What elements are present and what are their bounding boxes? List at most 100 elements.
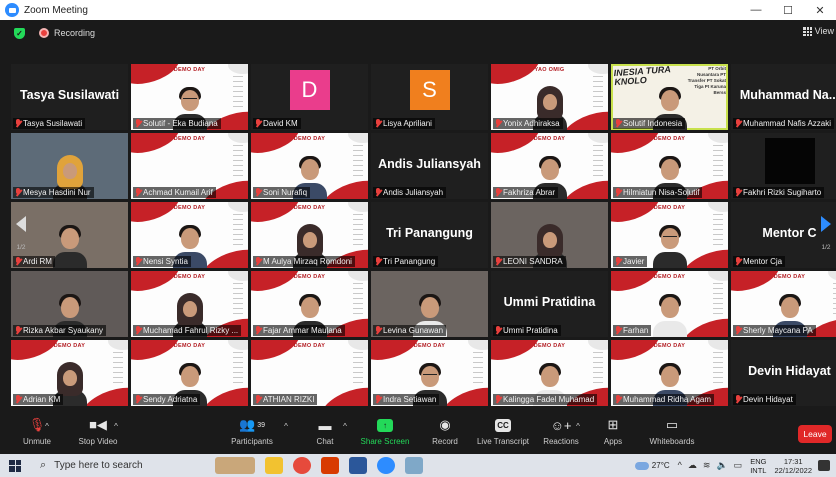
maximize-button[interactable]: ☐ [772,0,804,20]
weather-widget[interactable]: 27°C [634,461,670,470]
chat-button[interactable]: ▬ Chat [295,416,355,447]
arrow-right-icon [821,215,831,232]
participant-tile[interactable]: DEMO DAY Adrian KM [11,340,128,406]
chevron-up-icon[interactable]: ^ [678,460,682,471]
cloud-sync-icon[interactable]: ☁ [688,460,697,471]
record-button[interactable]: ◉ Record [415,416,475,446]
live-transcript-button[interactable]: CC Live Transcript [473,416,533,446]
person-body [652,321,687,337]
participant-nameplate: Sendy Adriatna [133,394,201,405]
notification-icon[interactable] [818,460,830,471]
participant-tile[interactable]: Mesya Hasdini Nur [11,133,128,199]
taskbar-apps [215,456,423,475]
photos-icon[interactable] [405,457,423,474]
slide-decoration [233,352,243,386]
participant-tile[interactable]: Tasya Susilawati Tasya Susilawati [11,64,128,130]
participant-tile[interactable]: DEMO DAY Achmad Kumail Arif [131,133,248,199]
microphone-muted-icon [255,395,261,404]
slide-decoration [593,352,603,386]
participant-tile[interactable]: Rizka Akbar Syaukany [11,271,128,337]
security-shield-icon[interactable]: ✓ [14,27,25,39]
participant-tile[interactable]: Muhammad Na... Muhammad Nafis Azzaki [731,64,836,130]
participant-tile[interactable]: D David KM [251,64,368,130]
volume-icon[interactable]: 🔈 [716,460,727,471]
person-head [660,366,679,387]
participant-tile[interactable]: Andis Juliansyah Andis Juliansyah [371,133,488,199]
participant-tile[interactable]: INESIA TURA KNOLO PT Orbit Nusantara PT T… [611,64,728,130]
participant-tile[interactable]: Tri Panangung Tri Panangung [371,202,488,268]
microphone-muted-icon [615,395,621,404]
participant-tile[interactable]: Devin Hidayat Devin Hidayat [731,340,836,406]
clock[interactable]: 17:31 22/12/2022 [774,457,812,475]
participant-tile[interactable]: DEMO DAY Nensi Syntia [131,202,248,268]
participant-tile[interactable]: Fakhri Rizki Sugiharto [731,133,836,199]
wifi-icon[interactable]: ≋ [703,460,711,471]
participant-tile[interactable]: Levina Gunawan [371,271,488,337]
powerpoint-icon[interactable] [321,457,339,474]
participant-tile[interactable]: YAO OMIG Yonix Adhiraksa [491,64,608,130]
participant-tile[interactable]: DEMO DAY ATHIAN RIZKI [251,340,368,406]
participant-tile[interactable]: Ummi Pratidina Ummi Pratidina [491,271,608,337]
previous-page-button[interactable]: 1/2 [11,205,31,261]
participant-tile[interactable]: DEMO DAY Fajar Ammar Maulana [251,271,368,337]
close-button[interactable]: ✕ [804,0,836,20]
minimize-button[interactable]: — [740,0,772,20]
view-button[interactable]: View [802,26,834,36]
windows-start-icon[interactable] [9,459,21,472]
search-placeholder: Type here to search [54,460,143,471]
participant-nameplate: Lisya Apriliani [373,118,435,129]
next-page-button[interactable]: 1/2 [816,205,836,261]
news-widget-icon[interactable] [215,457,255,474]
leave-button[interactable]: Leave [798,425,832,443]
participant-tile[interactable]: DEMO DAY Solutif - Eka Budiana [131,64,248,130]
participant-tile[interactable]: S Lisya Apriliani [371,64,488,130]
stop-video-button[interactable]: ■◀ Stop Video [68,416,128,446]
microphone-muted-icon [735,257,741,266]
participant-nameplate: Javier [613,256,648,267]
microphone-muted-icon [495,257,501,266]
chevron-up-icon: ^ [284,422,288,431]
person-head [660,90,679,111]
language-indicator[interactable]: ENG INTL [750,457,766,475]
participant-tile[interactable]: LEONI SANDRA [491,202,608,268]
participant-tile[interactable]: DEMO DAY Muchamad Fahrul Rizky ... [131,271,248,337]
participant-tile[interactable]: DEMO DAY Sendy Adriatna [131,340,248,406]
participant-tile[interactable]: DEMO DAY Farhan [611,271,728,337]
battery-icon[interactable]: ▭ [734,460,743,471]
chevron-up-icon: ^ [576,422,580,431]
participant-name: Andis Juliansyah [383,188,444,197]
file-explorer-icon[interactable] [265,457,283,474]
participants-button[interactable]: 👥 39 Participants [222,416,282,446]
participant-tile[interactable]: DEMO DAY Soni Nurafiq [251,133,368,199]
participant-tile[interactable]: DEMO DAY Fakhriza Abrar [491,133,608,199]
participant-tile[interactable]: DEMO DAY Javier [611,202,728,268]
slide-decoration [713,352,723,386]
apps-button[interactable]: ⊞ Apps [583,416,643,446]
participant-tile[interactable]: DEMO DAY Hilmiatun Nisa-Solutif [611,133,728,199]
recording-icon[interactable] [39,28,49,38]
participant-tile[interactable]: DEMO DAY M Aulya Mirzaq Romdoni [251,202,368,268]
share-screen-button[interactable]: ↑ Share Screen [355,416,415,446]
word-icon[interactable] [349,457,367,474]
taskbar-search-box[interactable]: ⌕ Type here to search [36,456,206,475]
zoom-window: Zoom Meeting — ☐ ✕ ✓ Recording View Tasy… [0,0,836,477]
participant-tile[interactable]: DEMO DAY Kalingga Fadel Muhamad [491,340,608,406]
reactions-button[interactable]: ☺+ Reactions [531,416,591,447]
person-head [180,366,199,387]
participant-tile[interactable]: DEMO DAY Sherly Maycana PA [731,271,836,337]
participant-nameplate: Fakhri Rizki Sugiharto [733,187,825,198]
zoom-logo-icon [5,3,19,17]
participant-name: Lisya Apriliani [383,119,432,128]
zoom-app-icon[interactable] [377,457,395,474]
chrome-icon[interactable] [293,457,311,474]
unmute-button[interactable]: 🎙 Unmute [7,416,67,446]
participant-tile[interactable]: DEMO DAY Indra Setiawan [371,340,488,406]
participant-nameplate: Muhammad Ridha Agam [613,394,715,405]
participant-name: Mentor Cja [743,257,783,266]
whiteboards-button[interactable]: ▭ Whiteboards [642,416,702,446]
apps-label: Apps [603,437,623,446]
participant-name: Nensi Syntia [143,257,188,266]
microphone-muted-icon [735,395,741,404]
microphone-muted-icon [255,326,261,335]
participant-tile[interactable]: DEMO DAY Muhammad Ridha Agam [611,340,728,406]
